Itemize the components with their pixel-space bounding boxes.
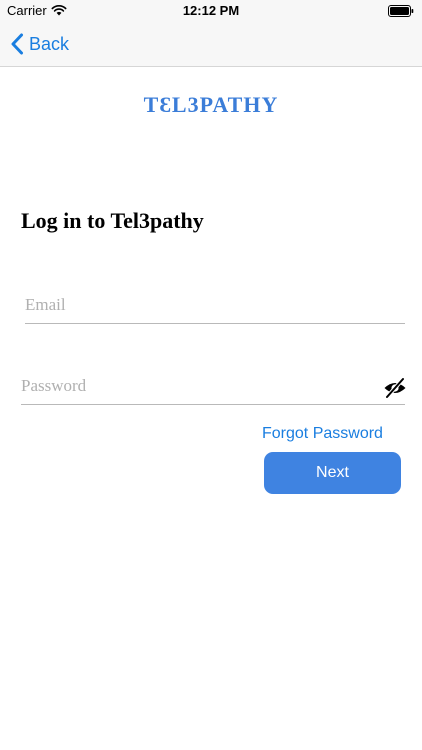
eye-slash-icon[interactable] [383,377,407,399]
page-title: Log in to Tel3pathy [21,208,204,233]
email-field[interactable] [25,292,405,324]
next-button[interactable]: Next [264,452,401,494]
battery-icon [388,5,414,17]
status-time: 12:12 PM [182,3,240,18]
status-bar: Carrier 12:12 PM [0,0,422,22]
chevron-left-icon [11,33,23,55]
navigation-bar: Back [0,22,422,67]
back-button[interactable]: Back [10,30,69,58]
forgot-password-link[interactable]: Forgot Password [262,425,383,443]
password-field[interactable] [21,373,405,405]
app-logo: TƐL3PATHY [143,92,279,117]
back-label: Back [29,33,70,54]
